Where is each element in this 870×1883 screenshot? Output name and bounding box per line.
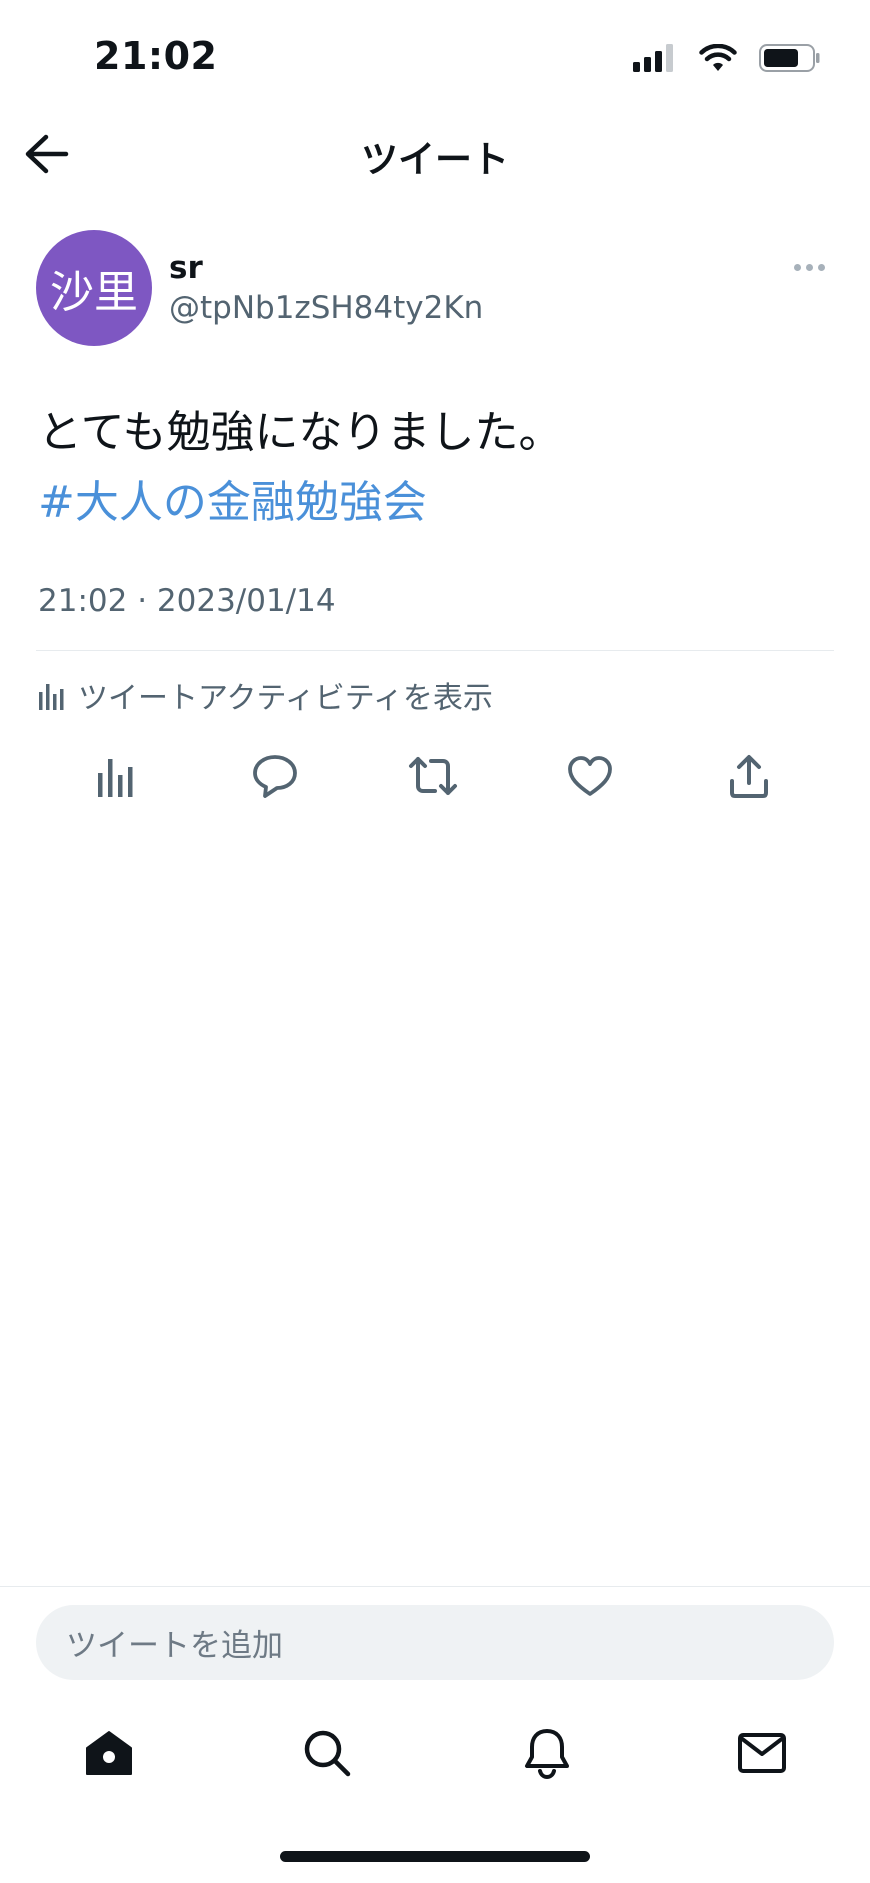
notifications-icon	[525, 1729, 569, 1779]
tab-search[interactable]	[299, 1725, 355, 1781]
search-icon	[304, 1730, 351, 1777]
like-icon	[568, 756, 612, 796]
reply-button[interactable]	[249, 752, 301, 800]
cellular-signal-icon	[633, 44, 673, 72]
view-analytics-button[interactable]	[90, 752, 142, 800]
analytics-icon	[39, 684, 64, 710]
analytics-icon	[98, 759, 133, 797]
compose-placeholder: ツイートを追加	[66, 1628, 283, 1664]
retweet-icon	[409, 757, 457, 795]
share-icon	[730, 755, 768, 798]
share-button[interactable]	[723, 752, 775, 800]
tweet-text: とても勉強になりました。	[38, 407, 563, 458]
tab-notifications[interactable]	[519, 1725, 575, 1781]
messages-icon	[738, 1733, 786, 1773]
tweet-timestamp: 21:02 · 2023/01/14	[38, 583, 336, 619]
more-dot-icon	[794, 263, 801, 271]
home-icon	[86, 1731, 132, 1775]
author-handle[interactable]: @tpNb1zSH84ty2Kn	[169, 290, 483, 326]
tab-home[interactable]	[81, 1725, 137, 1781]
avatar[interactable]: 沙里	[36, 230, 152, 346]
more-dot-icon	[818, 263, 825, 271]
status-icons	[633, 40, 821, 76]
bottom-separator	[0, 1586, 870, 1587]
page-title: ツイート	[361, 138, 509, 181]
more-options-button[interactable]	[794, 257, 834, 277]
reply-compose-field[interactable]: ツイートを追加	[36, 1605, 834, 1680]
hashtag-link[interactable]: #大人の金融勉強会	[38, 468, 562, 538]
tweet-activity-link[interactable]: ツイートアクティビティを表示	[38, 674, 493, 716]
like-button[interactable]	[564, 752, 616, 800]
more-dot-icon	[806, 263, 813, 271]
home-indicator[interactable]	[280, 1851, 590, 1862]
wifi-icon	[699, 44, 737, 71]
retweet-button[interactable]	[407, 752, 459, 800]
status-time: 21:02	[94, 34, 218, 78]
tweet-activity-label: ツイートアクティビティを表示	[78, 681, 493, 716]
tab-messages[interactable]	[734, 1725, 790, 1781]
divider	[36, 650, 834, 651]
battery-icon	[759, 44, 820, 72]
reply-icon	[253, 755, 297, 798]
tweet-body: とても勉強になりました。 #大人の金融勉強会	[38, 398, 562, 538]
author-display-name[interactable]: sr	[169, 250, 203, 286]
